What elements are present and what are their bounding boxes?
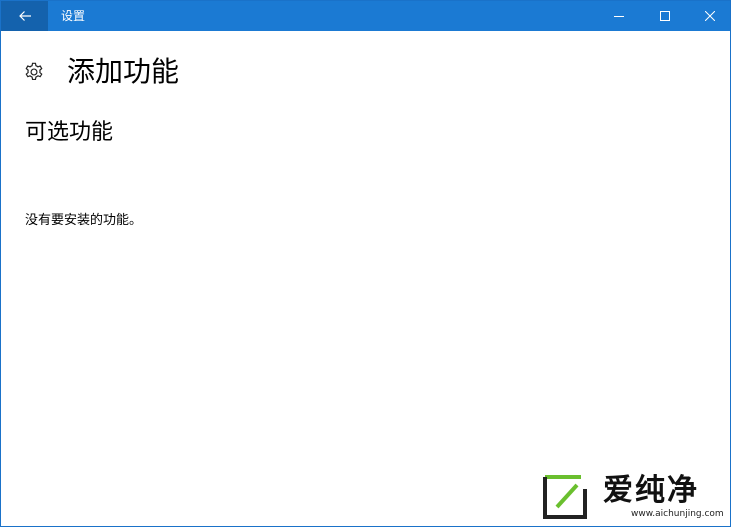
gear-icon — [25, 62, 43, 81]
watermark-url: www.aichunjing.com — [631, 509, 724, 519]
empty-state-message: 没有要安装的功能。 — [25, 213, 143, 228]
window-title: 设置 — [61, 9, 86, 23]
close-button[interactable] — [687, 1, 730, 31]
watermark: 爱纯净 www.aichunjing.com — [541, 471, 730, 526]
section-heading: 可选功能 — [25, 120, 114, 145]
minimize-button[interactable] — [596, 1, 642, 31]
maximize-button[interactable] — [642, 1, 688, 31]
close-icon — [705, 11, 715, 21]
title-bar: 设置 — [1, 1, 730, 31]
minimize-icon — [614, 16, 624, 17]
page-title: 添加功能 — [67, 55, 180, 88]
back-button[interactable] — [1, 1, 48, 31]
watermark-brand: 爱纯净 — [603, 473, 699, 508]
back-arrow-icon — [18, 11, 31, 21]
brand-logo-icon — [543, 475, 587, 519]
maximize-icon — [660, 11, 670, 21]
settings-window: 设置 添加功能 可选功能 没有要安装的功能。 爱纯净 www.aichunjin… — [0, 0, 731, 527]
